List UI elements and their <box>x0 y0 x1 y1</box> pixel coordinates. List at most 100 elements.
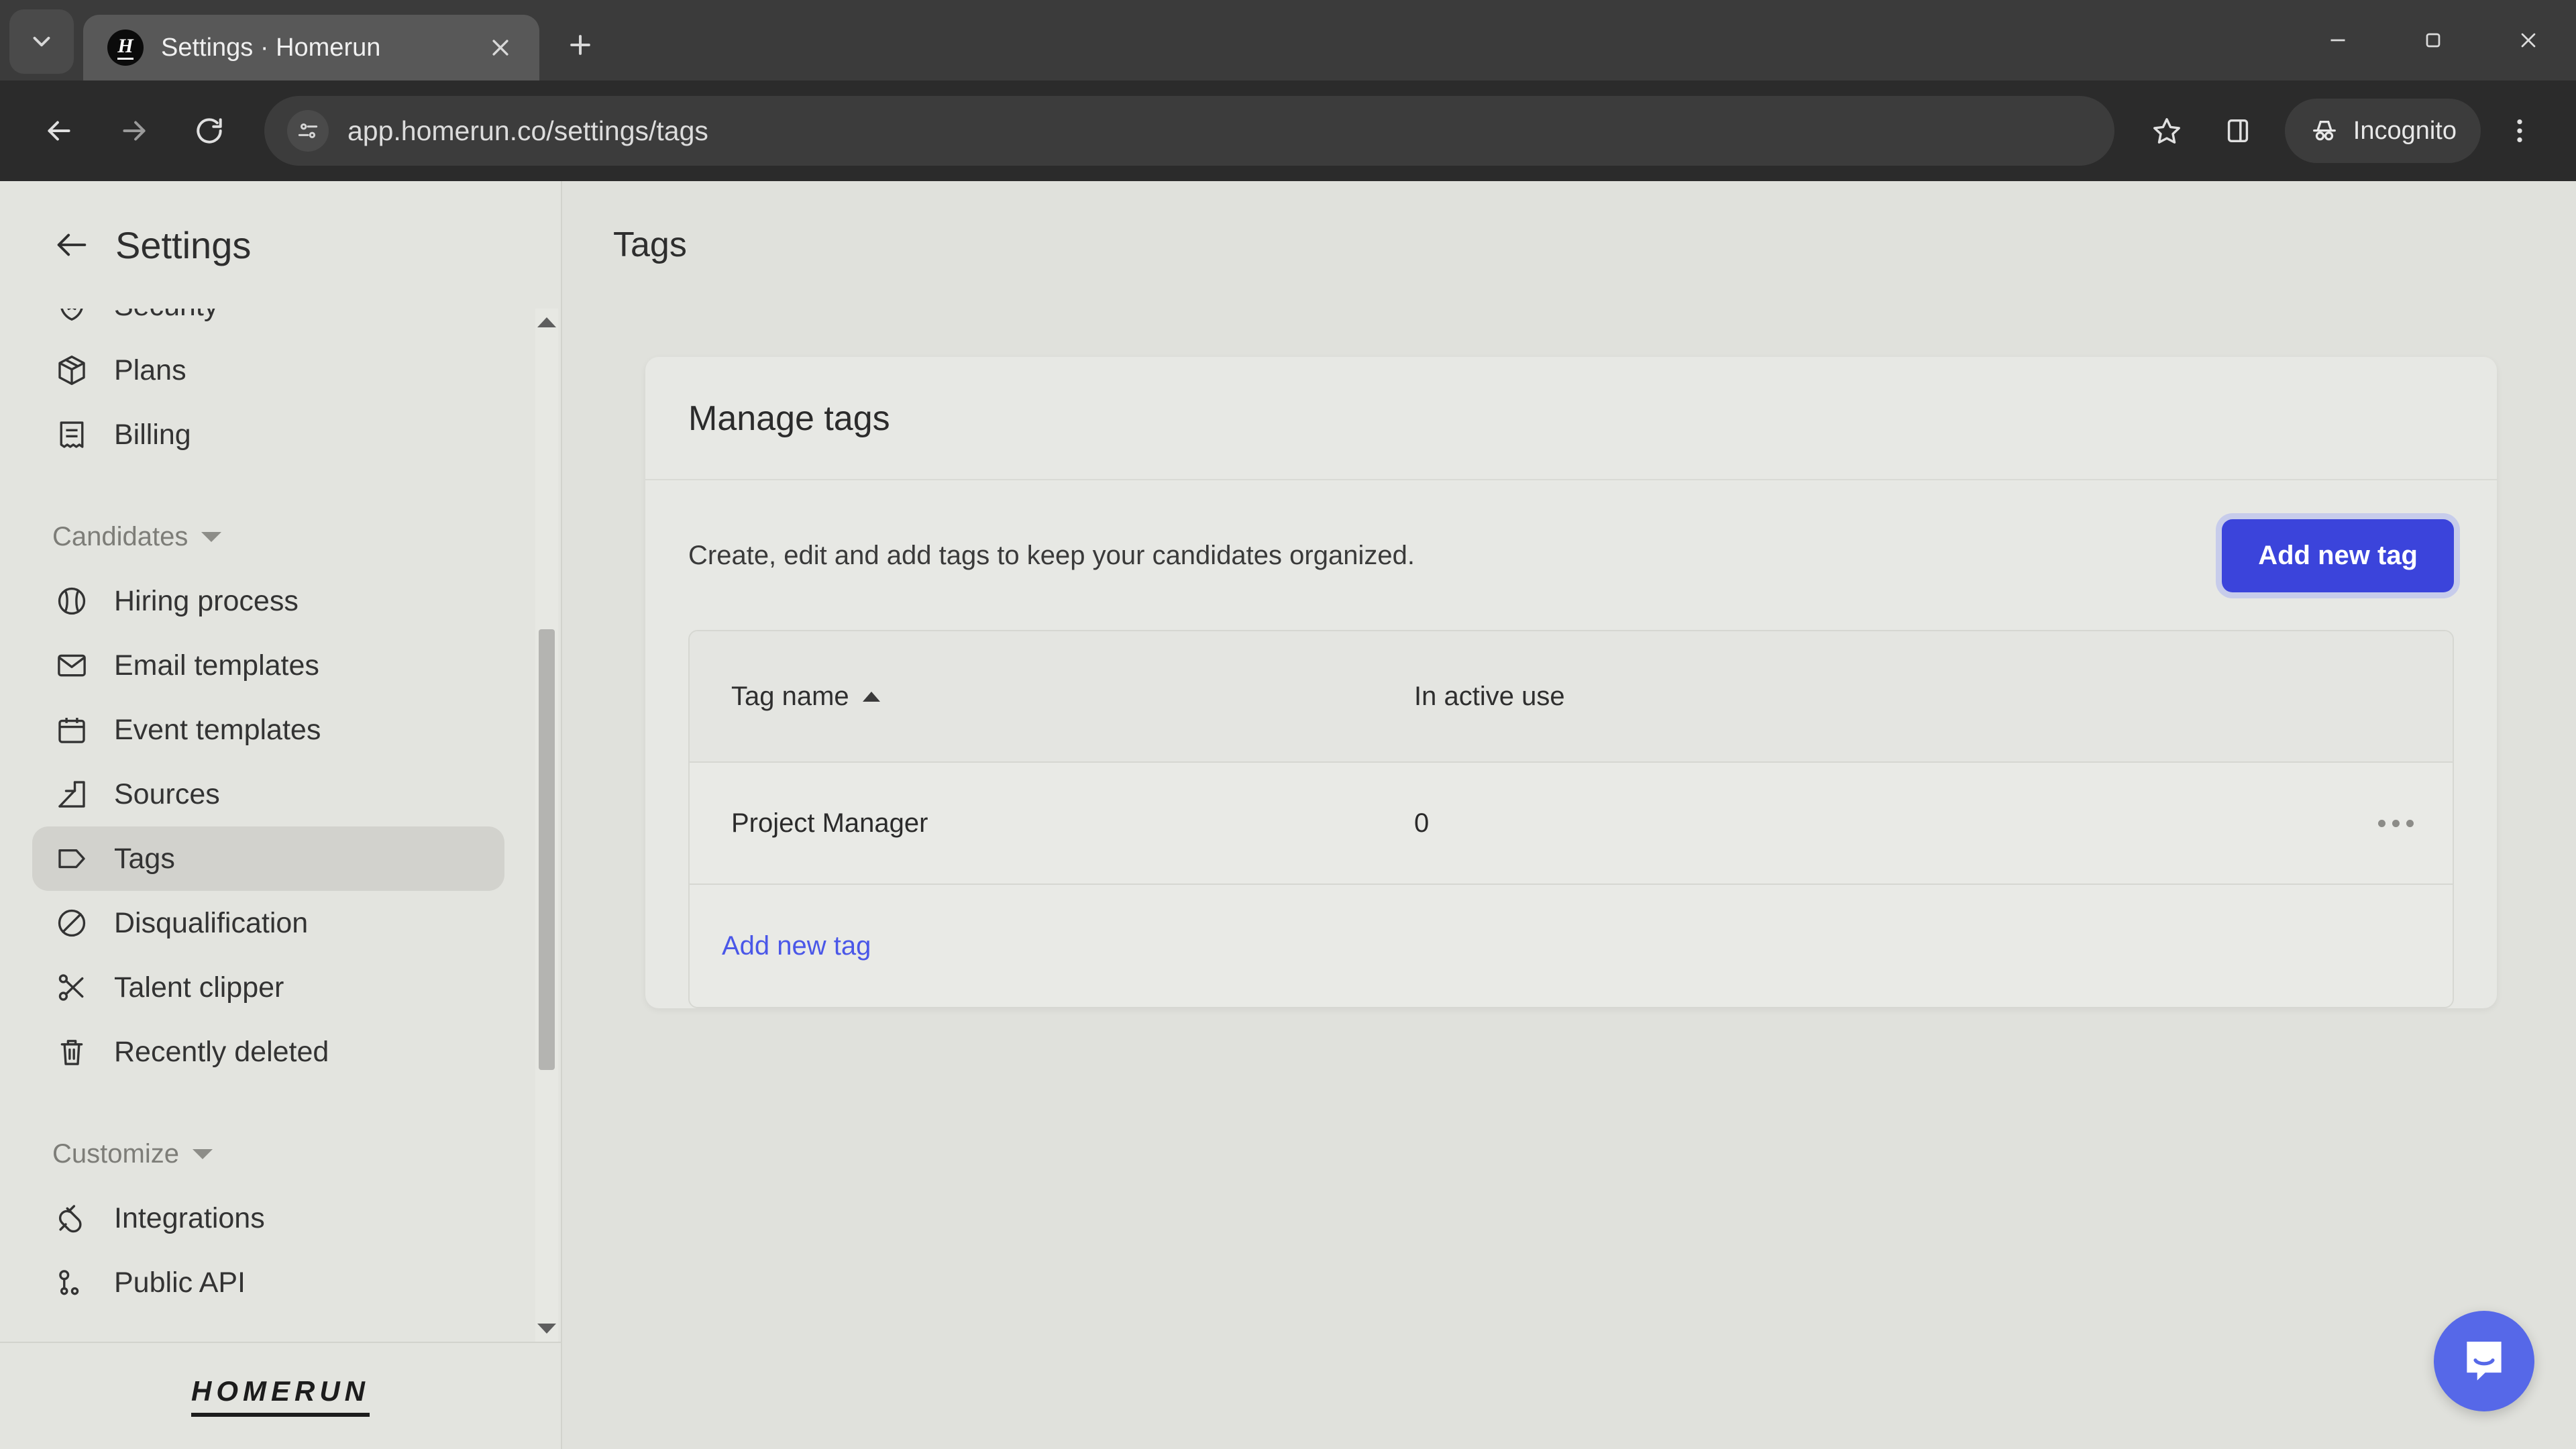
sidebar-item-disqualification[interactable]: Disqualification <box>32 891 504 955</box>
sidebar-item-label: Talent clipper <box>114 971 284 1004</box>
bookmark-button[interactable] <box>2135 99 2199 163</box>
sidebar-item-label: Recently deleted <box>114 1035 329 1068</box>
sidebar-item-sources[interactable]: Sources <box>32 762 504 826</box>
table-footer-row: Add new tag <box>690 885 2453 1007</box>
cell-in-active-use: 0 <box>1414 808 2339 839</box>
sidebar-group-label: Candidates <box>52 521 189 551</box>
sidebar-item-label: Hiring process <box>114 584 299 617</box>
tag-name-value: Project Manager <box>731 808 928 838</box>
box-icon <box>52 351 91 390</box>
browser-menu-button[interactable] <box>2487 99 2552 163</box>
url-text: app.homerun.co/settings/tags <box>347 115 708 146</box>
sidebar-scroll-area: Security Plans Billing <box>0 309 561 1342</box>
side-panel-icon <box>2227 119 2248 143</box>
sidebar-item-label: Disqualification <box>114 906 309 939</box>
window-controls <box>2290 0 2576 80</box>
three-dot-menu-icon <box>2377 819 2414 827</box>
table-row[interactable]: Project Manager 0 <box>690 763 2453 885</box>
sidebar-item-label: Security <box>114 309 218 323</box>
forward-arrow-icon <box>123 121 146 141</box>
sidebar-item-billing[interactable]: Billing <box>32 402 504 467</box>
sidebar-item-label: Plans <box>114 354 186 386</box>
close-window-button[interactable] <box>2481 0 2576 80</box>
api-key-icon <box>52 1263 91 1302</box>
sidebar-item-plans[interactable]: Plans <box>32 338 504 402</box>
maximize-icon <box>2426 33 2440 48</box>
sidebar-footer: HOMERUN <box>0 1342 561 1449</box>
scroll-down-button[interactable] <box>537 1315 556 1342</box>
sidebar-item-integrations[interactable]: Integrations <box>32 1186 504 1250</box>
incognito-badge[interactable]: Incognito <box>2284 99 2481 163</box>
sidebar-item-label: Tags <box>114 842 175 875</box>
sidebar-item-label: Event templates <box>114 713 321 746</box>
settings-back-button[interactable] <box>51 224 93 266</box>
three-dot-menu-icon <box>2517 119 2522 143</box>
address-bar[interactable]: app.homerun.co/settings/tags <box>264 96 2114 166</box>
cell-tag-name: Project Manager <box>690 808 1414 839</box>
calendar-icon <box>52 710 91 749</box>
reload-button[interactable] <box>174 96 244 166</box>
scroll-up-button[interactable] <box>537 309 556 335</box>
minimize-button[interactable] <box>2290 0 2385 80</box>
incognito-label: Incognito <box>2353 116 2457 145</box>
scrollbar-thumb[interactable] <box>539 629 555 1070</box>
maximize-button[interactable] <box>2385 0 2481 80</box>
add-new-tag-button[interactable]: Add new tag <box>2222 519 2454 592</box>
minimize-icon <box>2330 39 2345 42</box>
sidebar-scrollbar[interactable] <box>535 309 558 1342</box>
homerun-logo: HOMERUN <box>191 1375 370 1417</box>
sidebar-title: Settings <box>115 223 252 266</box>
scrollbar-track[interactable] <box>535 335 558 1315</box>
new-tab-button[interactable] <box>554 19 606 71</box>
column-header-label: Tag name <box>731 681 849 711</box>
baseball-icon <box>52 582 91 621</box>
incognito-hat-icon <box>2312 120 2336 141</box>
reload-icon <box>197 118 222 144</box>
column-header-tag-name[interactable]: Tag name <box>690 682 1414 712</box>
tab-search-button[interactable] <box>9 9 74 74</box>
settings-sidebar: Settings Security Plans <box>0 181 562 1449</box>
add-new-tag-link[interactable]: Add new tag <box>690 931 871 961</box>
close-icon <box>492 40 508 56</box>
sidebar-item-event-templates[interactable]: Event templates <box>32 698 504 762</box>
site-settings-button[interactable] <box>287 110 329 152</box>
sidebar-item-security[interactable]: Security <box>32 309 504 338</box>
card-description: Create, edit and add tags to keep your c… <box>688 541 1415 570</box>
browser-toolbar: app.homerun.co/settings/tags Incognito <box>0 80 2576 181</box>
arrow-out-box-icon <box>52 775 91 814</box>
sidebar-item-label: Integrations <box>114 1201 265 1234</box>
row-actions-button[interactable] <box>2339 819 2453 827</box>
tags-table: Tag name In active use Project Manager 0… <box>688 630 2454 1008</box>
favicon-letter: H <box>117 36 133 60</box>
back-button[interactable] <box>24 96 94 166</box>
sidebar-item-talent-clipper[interactable]: Talent clipper <box>32 955 504 1020</box>
chevron-up-icon <box>537 317 556 327</box>
app-content: Settings Security Plans <box>0 181 2576 1449</box>
sidebar-item-recently-deleted[interactable]: Recently deleted <box>32 1020 504 1084</box>
card-header: Manage tags <box>645 357 2497 480</box>
sidebar-group-candidates[interactable]: Candidates <box>52 517 542 557</box>
column-header-in-active-use[interactable]: In active use <box>1414 682 2339 712</box>
sidebar-item-hiring-process[interactable]: Hiring process <box>32 569 504 633</box>
sidebar-item-email-templates[interactable]: Email templates <box>32 633 504 698</box>
scissors-icon <box>52 968 91 1007</box>
sidebar-group-label: Customize <box>52 1138 179 1169</box>
main-panel: Tags Manage tags Create, edit and add ta… <box>562 181 2576 1449</box>
main-header: Tags <box>562 181 2576 309</box>
toolbar-actions: Incognito <box>2135 99 2552 163</box>
sidebar-item-public-api[interactable]: Public API <box>32 1250 504 1315</box>
tag-icon <box>52 839 91 878</box>
browser-tab[interactable]: H Settings · Homerun <box>83 15 539 80</box>
favicon: H <box>107 30 144 66</box>
close-tab-button[interactable] <box>480 28 521 68</box>
sidebar-item-label: Sources <box>114 777 220 810</box>
no-entry-icon <box>52 904 91 943</box>
envelope-icon <box>52 646 91 685</box>
sidebar-item-label: Public API <box>114 1266 246 1299</box>
sidebar-group-customize[interactable]: Customize <box>52 1134 542 1174</box>
chevron-down-icon <box>33 36 50 47</box>
side-panel-button[interactable] <box>2206 99 2270 163</box>
sidebar-item-tags[interactable]: Tags <box>32 826 504 891</box>
forward-button[interactable] <box>99 96 169 166</box>
intercom-launcher-button[interactable] <box>2434 1311 2534 1411</box>
